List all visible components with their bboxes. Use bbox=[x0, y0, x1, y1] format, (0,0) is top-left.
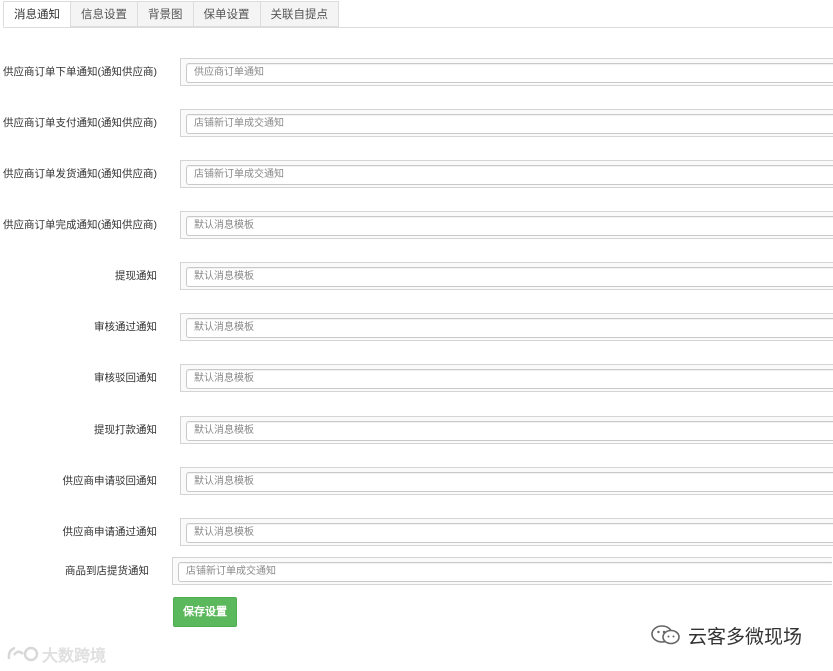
template-select-wrapper: 默认消息模板 bbox=[180, 211, 833, 239]
tab-message-notify[interactable]: 消息通知 bbox=[3, 1, 71, 27]
field-label: 供应商申请通过通知 bbox=[62, 526, 158, 538]
form-row-withdraw: 提现通知 默认消息模板 bbox=[0, 262, 833, 290]
form-row-review-approved: 审核通过通知 默认消息模板 bbox=[0, 313, 833, 341]
template-select-order-completed[interactable]: 默认消息模板 bbox=[186, 216, 833, 236]
field-label: 审核驳回通知 bbox=[94, 372, 157, 384]
form-row-pickup-ready: 商品到店提货通知 店铺新订单成交通知 bbox=[0, 557, 833, 585]
template-select-wrapper: 供应商订单通知 bbox=[180, 58, 833, 86]
template-select-wrapper: 店铺新订单成交通知 bbox=[180, 160, 833, 188]
template-select-wrapper: 默认消息模板 bbox=[180, 518, 833, 546]
template-select-wrapper: 默认消息模板 bbox=[180, 262, 833, 290]
field-label: 供应商订单下单通知(通知供应商) bbox=[3, 66, 157, 78]
template-select-wrapper: 默认消息模板 bbox=[180, 313, 833, 341]
form-row-order-shipped: 供应商订单发货通知(通知供应商) 店铺新订单成交通知 bbox=[0, 160, 833, 188]
watermark-right: 云客多微现场 bbox=[650, 620, 802, 650]
form-row-withdraw-paid: 提现打款通知 默认消息模板 bbox=[0, 416, 833, 444]
template-select-order-paid[interactable]: 店铺新订单成交通知 bbox=[186, 114, 833, 134]
template-select-review-rejected[interactable]: 默认消息模板 bbox=[186, 369, 833, 389]
field-label: 提现通知 bbox=[115, 270, 157, 282]
template-select-pickup-ready[interactable]: 店铺新订单成交通知 bbox=[178, 562, 832, 582]
template-select-apply-approved[interactable]: 默认消息模板 bbox=[186, 523, 833, 543]
form-row-review-rejected: 审核驳回通知 默认消息模板 bbox=[0, 364, 833, 392]
field-label: 供应商订单支付通知(通知供应商) bbox=[3, 117, 157, 129]
form-row-order-completed: 供应商订单完成通知(通知供应商) 默认消息模板 bbox=[0, 211, 833, 239]
template-select-order-placed[interactable]: 供应商订单通知 bbox=[186, 63, 833, 83]
field-label: 提现打款通知 bbox=[94, 424, 157, 436]
tab-background[interactable]: 背景图 bbox=[137, 1, 194, 27]
template-select-review-approved[interactable]: 默认消息模板 bbox=[186, 318, 833, 338]
form-row-order-placed: 供应商订单下单通知(通知供应商) 供应商订单通知 bbox=[0, 58, 833, 86]
template-select-wrapper: 默认消息模板 bbox=[180, 364, 833, 392]
form-row-order-paid: 供应商订单支付通知(通知供应商) 店铺新订单成交通知 bbox=[0, 109, 833, 137]
template-select-wrapper: 店铺新订单成交通知 bbox=[172, 557, 832, 585]
save-settings-button[interactable]: 保存设置 bbox=[173, 597, 237, 627]
field-label: 供应商订单完成通知(通知供应商) bbox=[3, 219, 157, 231]
template-select-apply-rejected[interactable]: 默认消息模板 bbox=[186, 472, 833, 492]
tab-policy-settings[interactable]: 保单设置 bbox=[192, 1, 261, 27]
tab-pickup-points[interactable]: 关联自提点 bbox=[259, 1, 339, 27]
tab-info-settings[interactable]: 信息设置 bbox=[70, 1, 138, 27]
template-select-wrapper: 默认消息模板 bbox=[180, 467, 833, 495]
field-label: 供应商申请驳回通知 bbox=[62, 475, 158, 487]
template-select-order-shipped[interactable]: 店铺新订单成交通知 bbox=[186, 165, 833, 185]
template-select-withdraw-paid[interactable]: 默认消息模板 bbox=[186, 421, 833, 441]
form-row-apply-rejected: 供应商申请驳回通知 默认消息模板 bbox=[0, 467, 833, 495]
field-label: 商品到店提货通知 bbox=[65, 565, 149, 577]
watermark-left: 大数跨境 bbox=[6, 643, 106, 665]
wechat-icon bbox=[651, 625, 680, 645]
template-select-wrapper: 店铺新订单成交通知 bbox=[180, 109, 833, 137]
template-select-withdraw[interactable]: 默认消息模板 bbox=[186, 267, 833, 287]
field-label: 供应商订单发货通知(通知供应商) bbox=[3, 168, 157, 180]
watermark-left-text: 大数跨境 bbox=[42, 648, 107, 665]
brand-logo-icon bbox=[7, 646, 39, 662]
field-label: 审核通过通知 bbox=[94, 321, 157, 333]
form-row-apply-approved: 供应商申请通过通知 默认消息模板 bbox=[0, 518, 833, 546]
template-select-wrapper: 默认消息模板 bbox=[180, 416, 833, 444]
tab-divider bbox=[3, 27, 833, 28]
watermark-right-text: 云客多微现场 bbox=[688, 626, 803, 648]
tab-bar: 消息通知 信息设置 背景图 保单设置 关联自提点 bbox=[3, 1, 339, 28]
